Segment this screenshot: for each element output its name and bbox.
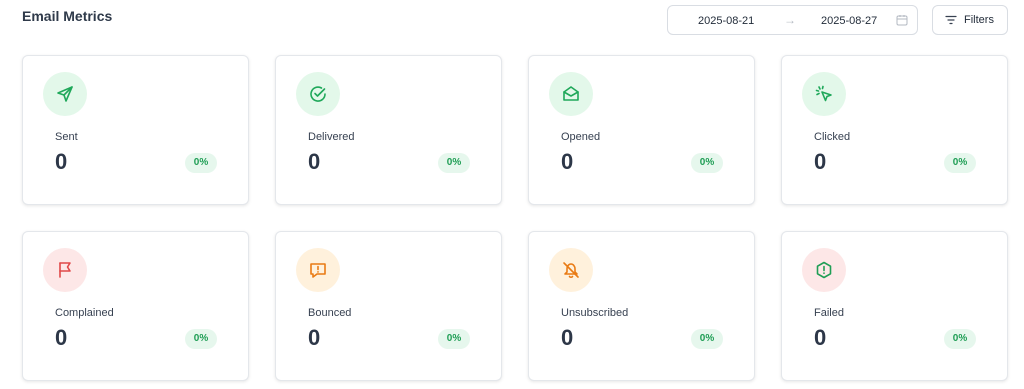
metric-icon-badge: [43, 72, 87, 116]
metric-value: 0: [55, 149, 68, 174]
metric-label: Bounced: [308, 307, 352, 319]
date-from[interactable]: 2025-08-21: [698, 15, 754, 27]
page-title: Email Metrics: [22, 8, 113, 24]
date-range-picker[interactable]: 2025-08-21 → 2025-08-27: [667, 5, 918, 35]
metric-icon-badge: [296, 72, 340, 116]
filters-button[interactable]: Filters: [932, 5, 1008, 35]
metric-card-delivered: Delivered 0 0%: [275, 55, 502, 205]
metric-icon-badge: [549, 248, 593, 292]
metric-card-clicked: Clicked 0 0%: [781, 55, 1008, 205]
percent-badge: 0%: [944, 329, 976, 349]
metric-value: 0: [814, 149, 827, 174]
percent-badge: 0%: [185, 329, 217, 349]
metric-value: 0: [561, 325, 574, 350]
metric-value: 0: [308, 149, 321, 174]
metric-card-failed: Failed 0 0%: [781, 231, 1008, 381]
metric-icon-badge: [43, 248, 87, 292]
metric-icon-badge: [296, 248, 340, 292]
arrow-right-icon: →: [784, 13, 796, 27]
metric-value: 0: [55, 325, 68, 350]
percent-badge: 0%: [185, 153, 217, 173]
metric-card-unsubscribed: Unsubscribed 0 0%: [528, 231, 755, 381]
metric-label: Opened: [561, 131, 601, 143]
filters-label: Filters: [964, 14, 994, 26]
metric-icon-badge: [802, 72, 846, 116]
bell-off-icon: [563, 262, 579, 279]
percent-badge: 0%: [944, 153, 976, 173]
metric-value: 0: [814, 325, 827, 350]
metric-card-bounced: Bounced 0 0%: [275, 231, 502, 381]
date-to[interactable]: 2025-08-27: [821, 15, 877, 27]
metric-icon-badge: [549, 72, 593, 116]
metric-card-sent: Sent 0 0%: [22, 55, 249, 205]
mail-open-icon: [563, 86, 579, 101]
check-circle-icon: [310, 86, 326, 102]
calendar-icon[interactable]: [896, 14, 908, 26]
send-icon: [57, 86, 73, 102]
metric-label: Complained: [55, 307, 114, 319]
metric-value: 0: [308, 325, 321, 350]
pointer-click-icon: [815, 85, 832, 102]
percent-badge: 0%: [438, 153, 470, 173]
metric-label: Failed: [814, 307, 844, 319]
metric-label: Delivered: [308, 131, 355, 143]
percent-badge: 0%: [691, 153, 723, 173]
message-alert-icon: [310, 263, 326, 278]
metric-label: Sent: [55, 131, 78, 143]
metric-icon-badge: [802, 248, 846, 292]
percent-badge: 0%: [691, 329, 723, 349]
metric-card-complained: Complained 0 0%: [22, 231, 249, 381]
flag-icon: [59, 262, 71, 278]
metric-label: Clicked: [814, 131, 851, 143]
alert-hexagon-icon: [816, 261, 832, 279]
filter-icon: [945, 15, 957, 25]
metric-card-opened: Opened 0 0%: [528, 55, 755, 205]
percent-badge: 0%: [438, 329, 470, 349]
metric-value: 0: [561, 149, 574, 174]
metric-label: Unsubscribed: [561, 307, 629, 319]
